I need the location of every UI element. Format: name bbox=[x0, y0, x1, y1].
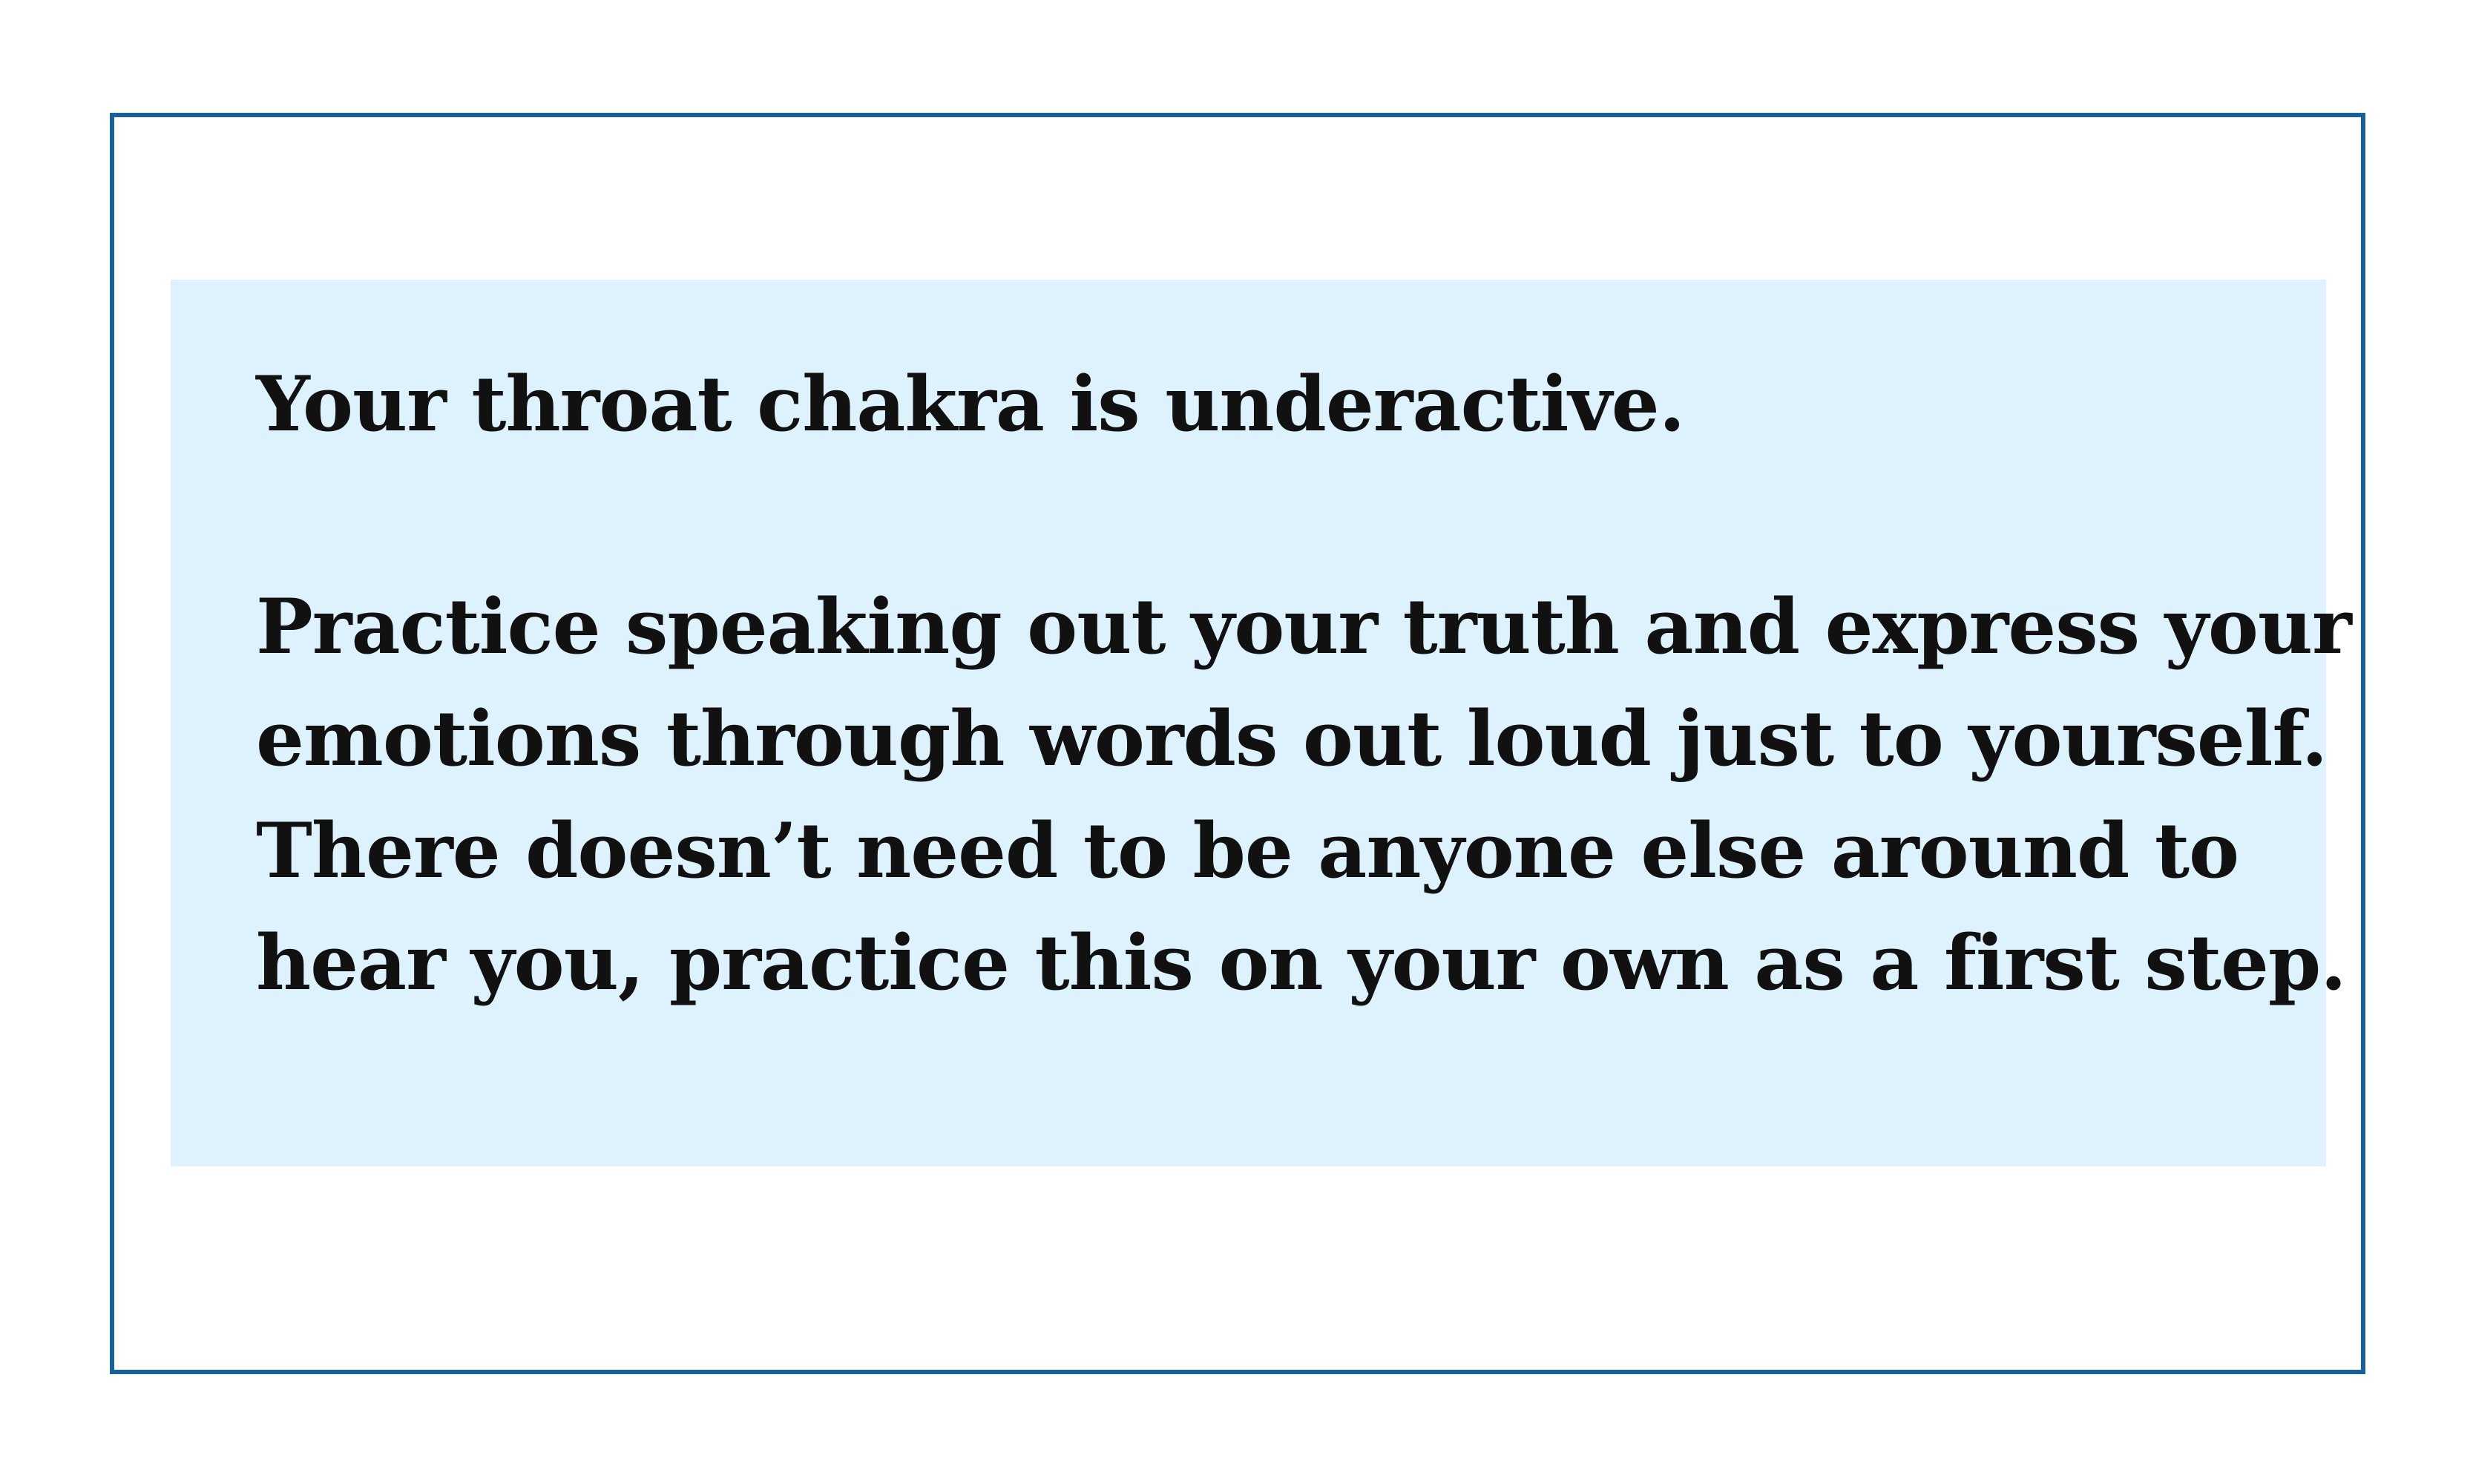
body-line: hear you, practice this on your own as a… bbox=[256, 919, 2347, 1008]
body-line: emotions through words out loud just to … bbox=[256, 695, 2328, 784]
page: Your throat chakra is underactive. Pract… bbox=[0, 0, 2473, 1484]
message-text: Your throat chakra is underactive. Pract… bbox=[256, 349, 2352, 1020]
body-line: Practice speaking out your truth and exp… bbox=[256, 582, 2352, 672]
headline: Your throat chakra is underactive. bbox=[256, 360, 1685, 449]
body-line: There doesn’t need to be anyone else aro… bbox=[256, 807, 2239, 896]
body-text: Practice speaking out your truth and exp… bbox=[256, 571, 2352, 1020]
